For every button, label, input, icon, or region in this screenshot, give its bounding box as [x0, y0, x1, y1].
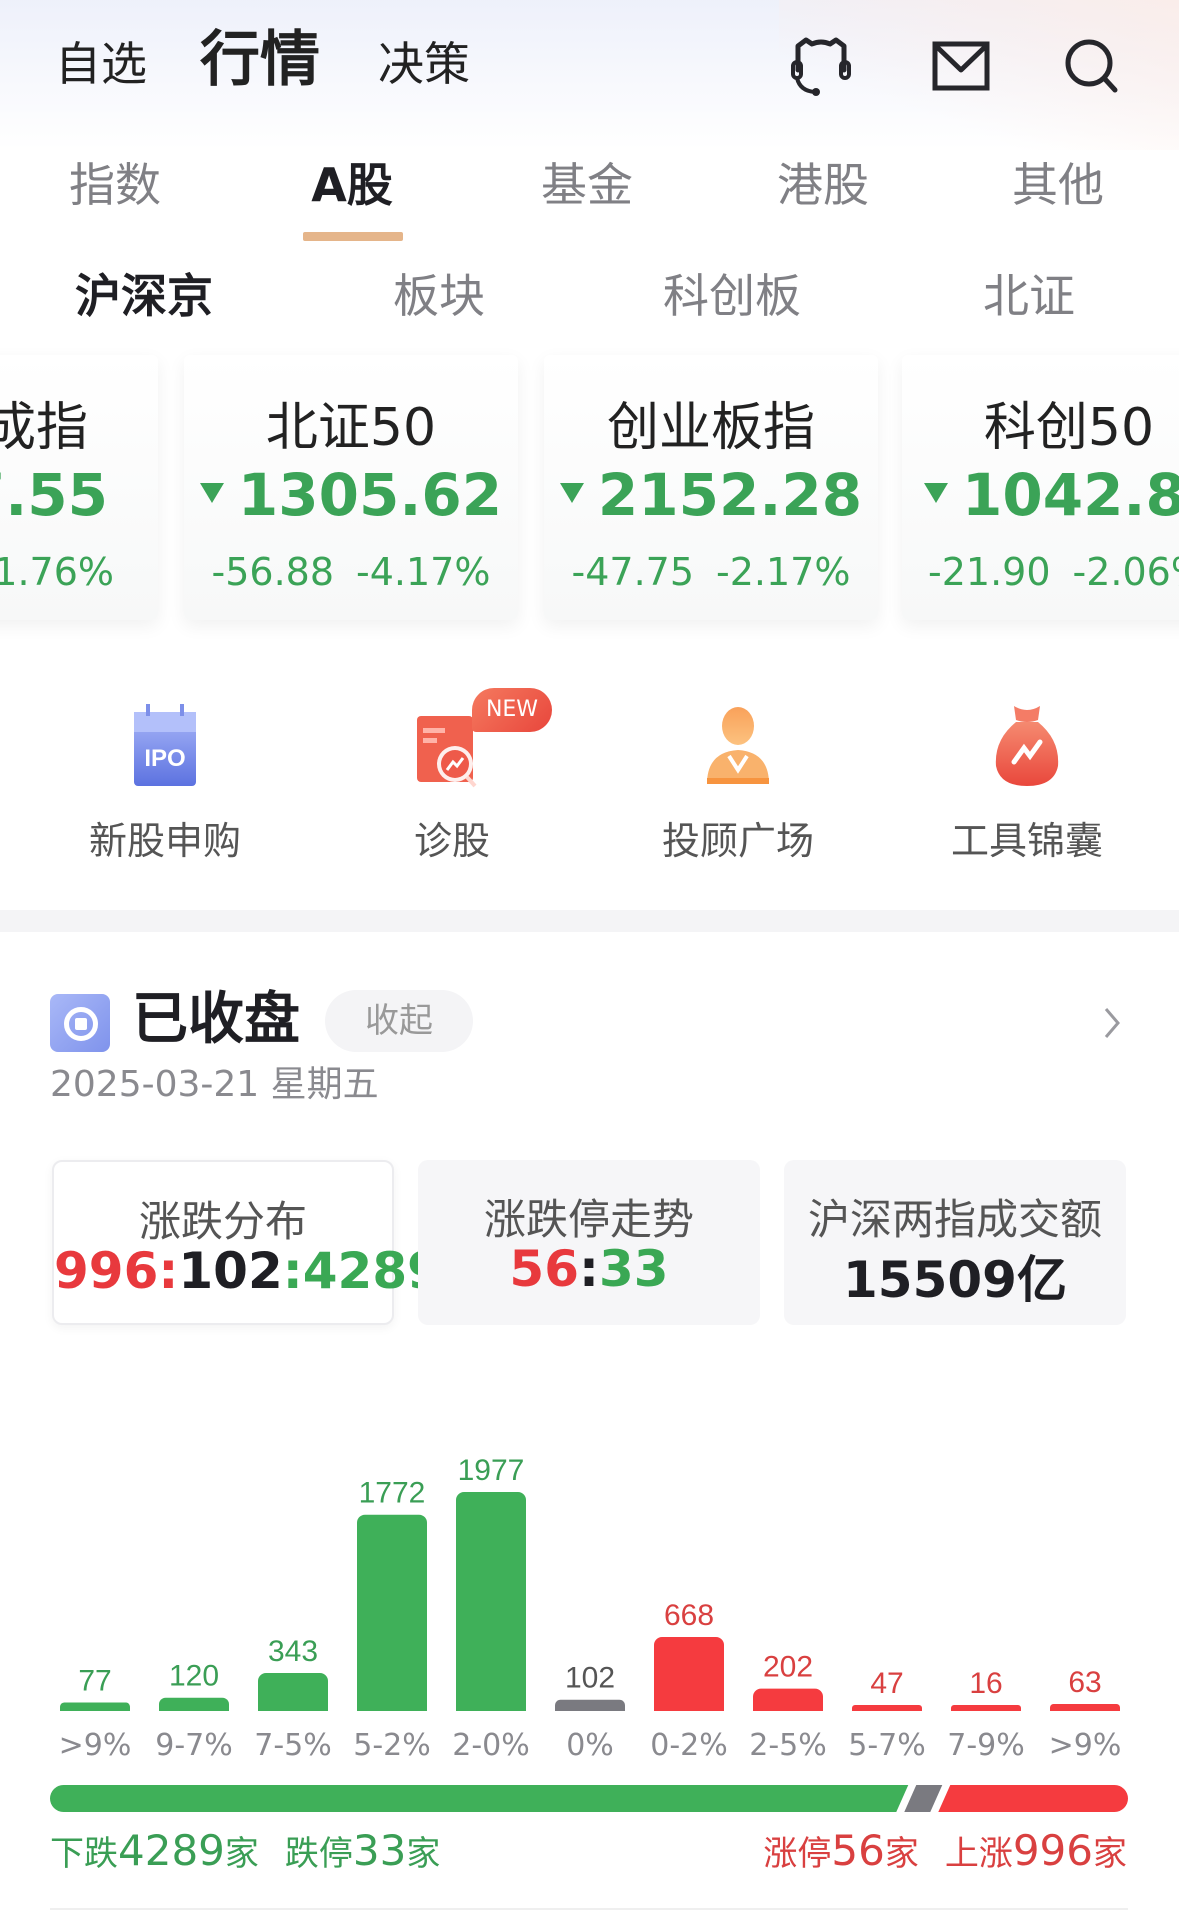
down-segment — [50, 1785, 909, 1812]
customer-service-icon[interactable] — [790, 36, 852, 96]
down-triangle-icon — [924, 482, 948, 503]
value-label: 343 — [268, 1635, 318, 1668]
baseline-mask — [0, 1711, 1179, 1721]
tab-watchlist[interactable]: 自选 — [55, 34, 147, 94]
bottom-divider — [50, 1908, 1128, 1910]
value-label: 1772 — [359, 1477, 426, 1510]
tab-sectors[interactable]: 板块 — [393, 266, 485, 326]
svg-text:IPO: IPO — [144, 745, 185, 772]
shortcut-label: 投顾广场 — [661, 819, 814, 863]
stat-card-limit-trend[interactable]: 涨跌停走势 56:33 — [418, 1160, 760, 1325]
market-closed-icon — [50, 994, 110, 1052]
index-name: 成指 — [0, 398, 88, 458]
ipo-calendar-icon: IPO — [120, 700, 210, 790]
value-label: 668 — [664, 1599, 714, 1632]
tab-funds[interactable]: 基金 — [487, 155, 687, 215]
up-down-ratio-bar — [50, 1785, 1128, 1812]
value-label: 47 — [870, 1667, 903, 1700]
chevron-right-icon[interactable] — [1100, 1005, 1124, 1041]
tab-star-market[interactable]: 科创板 — [663, 266, 801, 326]
index-price: 1305.62 — [184, 461, 518, 529]
category-label: 2-5% — [749, 1728, 827, 1763]
mail-icon[interactable] — [930, 36, 992, 96]
new-badge: NEW — [472, 688, 552, 732]
tab-shanghai-shenzhen-beijing[interactable]: 沪深京 — [75, 266, 213, 326]
market-status-title: 已收盘 — [132, 987, 300, 1052]
category-label: 9-7% — [155, 1728, 233, 1763]
value-label: 202 — [763, 1651, 813, 1684]
index-card-bz50[interactable]: 北证50 1305.62 -56.88 -4.17% — [184, 355, 518, 620]
advisor-icon — [693, 700, 783, 790]
index-name: 北证50 — [265, 398, 437, 458]
shortcut-label: 诊股 — [413, 819, 490, 863]
active-tab-indicator — [303, 232, 403, 241]
up-down-distribution-chart: 77 >9% 120 9-7% 343 7-5% 1772 5-2% 1977 2-0% 102 0%… — [0, 1454, 1179, 1763]
stat-value: 996:102:4289 — [54, 1242, 442, 1300]
stat-label: 涨跌停走势 — [483, 1195, 694, 1244]
index-price: 1042.89 — [902, 461, 1179, 529]
index-card-star50[interactable]: 科创50 1042.89 -21.90-2.06% — [902, 355, 1179, 620]
shortcut-ipo-subscription[interactable]: IPO 新股申购 — [55, 700, 275, 865]
category-label: 7-5% — [254, 1728, 332, 1763]
category-label: >9% — [59, 1728, 132, 1763]
bar-3 — [357, 1514, 427, 1719]
tool-bag-icon — [982, 700, 1072, 790]
category-label: 0-2% — [650, 1728, 728, 1763]
category-label: 5-2% — [353, 1728, 431, 1763]
index-price: 2152.28 — [544, 461, 878, 529]
category-label: 2-0% — [452, 1728, 530, 1763]
tab-beijing-exchange[interactable]: 北证 — [983, 266, 1075, 326]
value-label: 16 — [969, 1667, 1002, 1700]
stat-label: 沪深两指成交额 — [807, 1195, 1102, 1244]
index-price: 37.55 — [0, 461, 108, 529]
section-divider — [0, 910, 1179, 932]
index-name: 科创50 — [983, 398, 1155, 458]
down-triangle-icon — [559, 482, 584, 503]
shortcut-toolkit[interactable]: 工具锦囊 — [917, 700, 1137, 865]
trading-date: 2025-03-21 星期五 — [50, 1064, 379, 1105]
collapse-button[interactable]: 收起 — [325, 990, 473, 1052]
shortcut-label: 新股申购 — [88, 819, 241, 863]
index-change: -21.90-2.06% — [928, 550, 1179, 594]
index-change-percent: -1.76% — [0, 550, 114, 594]
stat-card-turnover[interactable]: 沪深两指成交额 15509亿 — [784, 1160, 1126, 1325]
category-label: 0% — [566, 1728, 614, 1763]
bar-6 — [654, 1637, 724, 1719]
value-label: 77 — [78, 1664, 111, 1697]
index-card-shenzhen-component[interactable]: 成指 37.55 -1.76% — [0, 355, 158, 620]
shortcut-label: 工具锦囊 — [950, 819, 1103, 863]
value-label: 63 — [1068, 1666, 1101, 1699]
down-triangle-icon — [199, 482, 224, 503]
flat-segment — [904, 1785, 943, 1812]
value-label: 1977 — [458, 1454, 525, 1487]
search-icon[interactable] — [1062, 36, 1124, 96]
index-change: -47.75 -2.17% — [571, 550, 851, 594]
stat-label: 涨跌分布 — [138, 1197, 307, 1246]
index-name: 创业板指 — [606, 398, 815, 458]
shortcut-advisor-plaza[interactable]: 投顾广场 — [628, 700, 848, 865]
header-background — [0, 0, 1179, 150]
bar-4 — [456, 1492, 526, 1719]
up-segment — [938, 1785, 1128, 1812]
tab-hk-shares[interactable]: 港股 — [723, 155, 923, 215]
category-label: 7-9% — [947, 1728, 1025, 1763]
value-label: 120 — [169, 1660, 219, 1693]
stat-value: 15509亿 — [843, 1251, 1067, 1309]
category-label: >9% — [1049, 1728, 1122, 1763]
down-summary: 下跌4289家 跌停33家 — [50, 1826, 441, 1875]
index-card-chinext[interactable]: 创业板指 2152.28 -47.75 -2.17% — [544, 355, 878, 620]
category-label: 5-7% — [848, 1728, 926, 1763]
tab-market[interactable]: 行情 — [200, 24, 320, 96]
tab-others[interactable]: 其他 — [958, 155, 1158, 215]
stat-card-up-down-distribution[interactable]: 涨跌分布 996:102:4289 — [52, 1160, 442, 1325]
tab-index[interactable]: 指数 — [15, 155, 215, 215]
stat-value: 56:33 — [509, 1240, 669, 1298]
tab-a-shares[interactable]: A股 — [252, 155, 452, 215]
tab-decision[interactable]: 决策 — [378, 34, 470, 94]
up-summary: 涨停56家 上涨996家 — [763, 1826, 1127, 1875]
value-label: 102 — [565, 1662, 615, 1695]
index-change: -56.88 -4.17% — [211, 550, 491, 594]
